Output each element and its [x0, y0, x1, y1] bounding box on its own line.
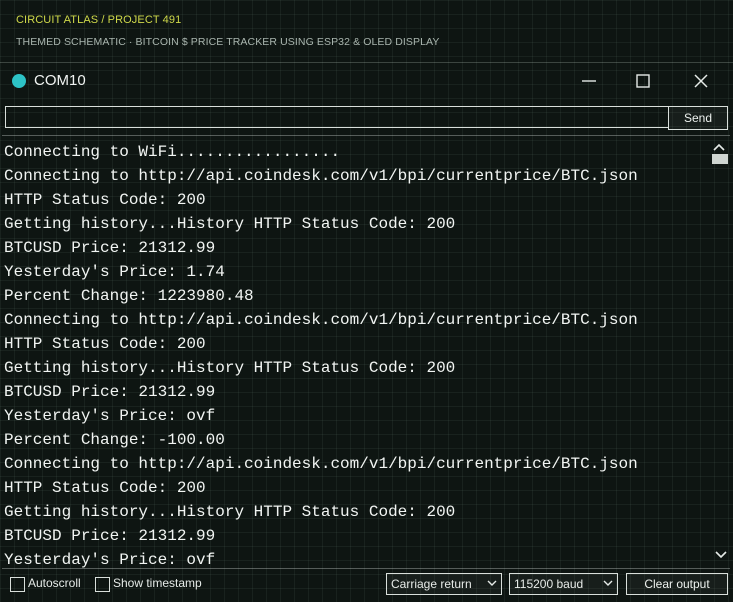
send-row: Send [0, 103, 733, 133]
minimize-icon [582, 80, 596, 82]
clear-output-button[interactable]: Clear output [626, 573, 728, 595]
message-input[interactable] [5, 106, 669, 128]
baud-rate-select[interactable]: 115200 baud [509, 573, 618, 595]
line-ending-value: Carriage return [391, 577, 472, 591]
maximize-icon [636, 74, 650, 88]
send-button[interactable]: Send [668, 106, 728, 130]
log-line: Percent Change: 1223980.48 [4, 287, 254, 305]
log-line: Connecting to http://api.coindesk.com/v1… [4, 455, 638, 473]
timestamp-box[interactable] [95, 577, 110, 592]
log-line: Percent Change: -100.00 [4, 431, 225, 449]
serial-output[interactable]: Connecting to WiFi................. Conne… [2, 135, 730, 569]
close-button[interactable] [678, 63, 724, 99]
serial-monitor-window: COM10 Send Connecting to WiFi...........… [0, 62, 733, 602]
close-icon [694, 74, 708, 88]
autoscroll-checkbox[interactable]: Autoscroll [10, 576, 90, 594]
log-line: Getting history...History HTTP Status Co… [4, 503, 456, 521]
scroll-up-icon[interactable] [712, 142, 726, 152]
autoscroll-label: Autoscroll [28, 576, 81, 590]
scrollbar-thumb[interactable] [712, 154, 728, 164]
log-line: Getting history...History HTTP Status Co… [4, 359, 456, 377]
window-title: COM10 [34, 72, 86, 89]
baud-rate-value: 115200 baud [514, 577, 584, 591]
timestamp-label: Show timestamp [113, 576, 202, 590]
scroll-down-icon[interactable] [714, 550, 728, 560]
minimize-button[interactable] [566, 63, 612, 99]
log-line: HTTP Status Code: 200 [4, 335, 206, 353]
title-bar[interactable]: COM10 [0, 63, 733, 99]
log-line: Yesterday's Price: 1.74 [4, 263, 225, 281]
log-line: HTTP Status Code: 200 [4, 191, 206, 209]
log-line: Connecting to http://api.coindesk.com/v1… [4, 311, 638, 329]
log-line: Getting history...History HTTP Status Co… [4, 215, 456, 233]
maximize-button[interactable] [620, 63, 666, 99]
footer-toolbar: Autoscroll Show timestamp Carriage retur… [0, 569, 733, 601]
log-line: Yesterday's Price: ovf [4, 551, 216, 569]
project-subtitle: THEMED SCHEMATIC · BITCOIN $ PRICE TRACK… [16, 36, 440, 48]
log-line: Yesterday's Price: ovf [4, 407, 216, 425]
autoscroll-box[interactable] [10, 577, 25, 592]
header-banner: CIRCUIT ATLAS / PROJECT 491 THEMED SCHEM… [0, 0, 733, 62]
log-line: BTCUSD Price: 21312.99 [4, 383, 216, 401]
chevron-down-icon [603, 580, 613, 586]
log-line: BTCUSD Price: 21312.99 [4, 527, 216, 545]
serial-monitor-icon [12, 74, 26, 88]
timestamp-checkbox[interactable]: Show timestamp [95, 576, 215, 594]
log-line: Connecting to WiFi................. [4, 143, 341, 161]
log-line: HTTP Status Code: 200 [4, 479, 206, 497]
project-kicker: CIRCUIT ATLAS / PROJECT 491 [16, 14, 182, 26]
line-ending-select[interactable]: Carriage return [386, 573, 502, 595]
chevron-down-icon [487, 580, 497, 586]
log-line: BTCUSD Price: 21312.99 [4, 239, 216, 257]
log-line: Connecting to http://api.coindesk.com/v1… [4, 167, 638, 185]
